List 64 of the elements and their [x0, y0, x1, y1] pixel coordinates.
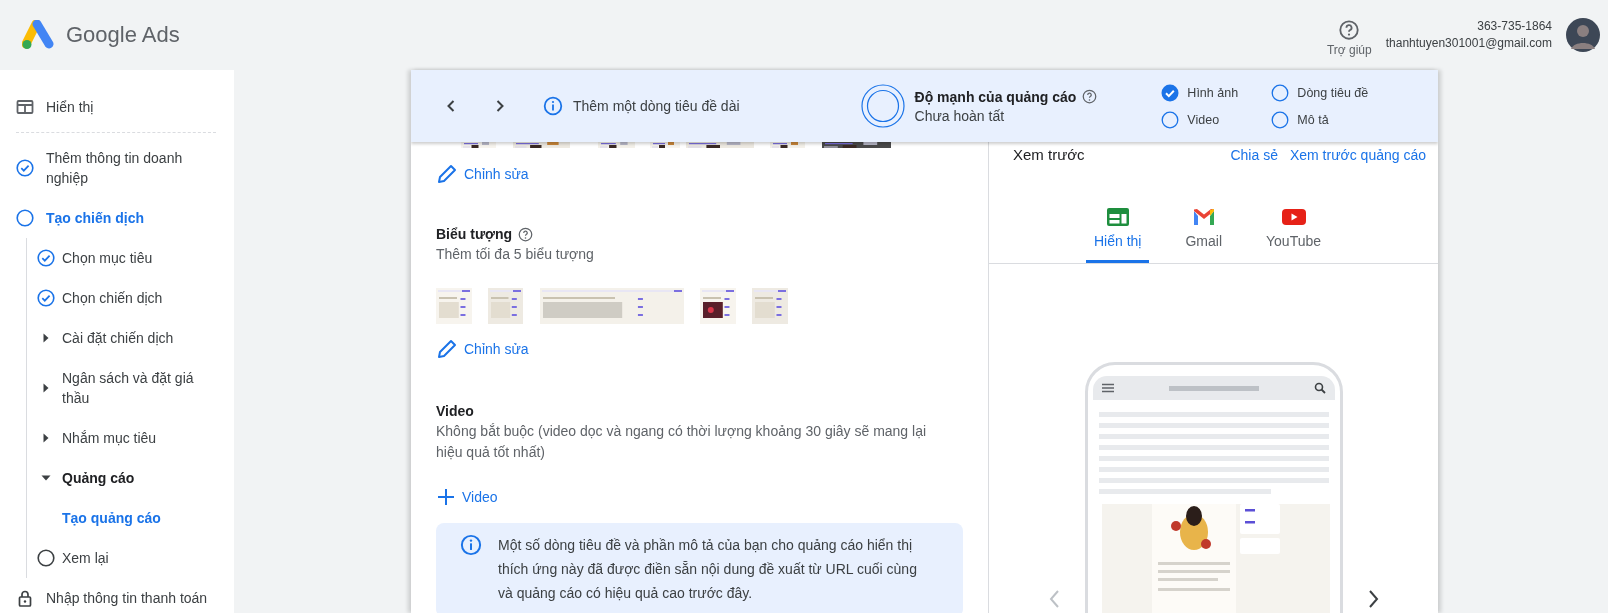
- caret-icon: [41, 433, 51, 443]
- info-icon: [543, 96, 563, 116]
- plus-icon: [436, 487, 456, 507]
- account-email: thanhtuyen301001@gmail.com: [1385, 35, 1552, 52]
- sidebar-item[interactable]: Nhắm mục tiêu: [0, 418, 234, 458]
- preview-tab[interactable]: Gmail: [1177, 207, 1230, 263]
- display-ad-icon: [16, 98, 34, 116]
- sidebar-item[interactable]: Quảng cáo: [0, 458, 234, 498]
- section-title: Video: [436, 403, 474, 419]
- edit-button[interactable]: Chỉnh sửa: [436, 337, 529, 361]
- play-icon: [1280, 207, 1307, 227]
- sidebar-item[interactable]: Chọn chiến dịch: [0, 278, 234, 318]
- info-icon: [460, 534, 482, 556]
- section-title: Biểu tượng: [436, 226, 513, 242]
- caret-icon: [41, 383, 51, 393]
- preview-link[interactable]: Chia sẻ: [1230, 146, 1278, 163]
- sidebar-item[interactable]: Thêm thông tin doanh nghiệp: [0, 138, 234, 198]
- section-subtitle: Thêm tối đa 5 biểu tượng: [436, 245, 595, 264]
- search-icon: [1313, 382, 1326, 394]
- preview-tab[interactable]: Hiển thị: [1085, 207, 1150, 263]
- pencil-icon: [436, 338, 458, 360]
- mail-icon: [1191, 207, 1216, 227]
- sidebar-item[interactable]: Ngân sách và đặt giá thầu: [0, 358, 234, 418]
- check-circle-icon: [16, 159, 34, 177]
- lock-icon: [16, 589, 34, 607]
- help-button[interactable]: Trợ giúp: [1326, 19, 1372, 57]
- notice-text: Một số dòng tiêu đề và phần mô tả của bạn cho quảng cáo hiển thị thích ứng này đã được điền sẵn nội dung đề xuất từ URL cuối cùng và quảng cáo có hiệu quả cao trước đây.: [498, 536, 918, 603]
- section-subtitle: Không bắt buộc (video dọc và ngang có thời lượng khoảng 30 giây sẽ mang lại hiệu quả tốt nhất): [436, 422, 928, 462]
- checklist-label: Mô tả: [1297, 112, 1329, 127]
- edit-button[interactable]: Chỉnh sửa: [436, 162, 529, 186]
- help-icon[interactable]: [1082, 89, 1098, 104]
- preview-title: Xem trước: [1013, 146, 1086, 163]
- menu-icon: [1101, 383, 1114, 393]
- sidebar-item[interactable]: Tạo chiến dịch: [0, 198, 234, 238]
- ad-strength-title: Độ mạnh của quảng cáo: [914, 88, 1077, 105]
- empty-circle-icon: [37, 549, 55, 567]
- preview-link[interactable]: Xem trước quảng cáo: [1289, 146, 1426, 163]
- caret-icon: [41, 473, 51, 483]
- logo-text: Google Ads: [66, 22, 180, 48]
- empty-circle-icon: [16, 209, 34, 227]
- account-id: 363-735-1864: [1477, 18, 1552, 35]
- sidebar-item[interactable]: Nhập thông tin thanh toán: [0, 578, 234, 613]
- checklist-label: Hình ảnh: [1187, 85, 1239, 100]
- display-ad-icon: [1105, 207, 1130, 227]
- avatar[interactable]: [1566, 18, 1600, 52]
- sidebar-item[interactable]: Cài đặt chiến dịch: [0, 318, 234, 358]
- sidebar-item[interactable]: Tạo quảng cáo: [0, 498, 234, 538]
- check-circle-icon: [37, 289, 55, 307]
- ad-strength-status: Chưa hoàn tất: [914, 107, 1006, 124]
- pencil-icon: [436, 163, 458, 185]
- sidebar-item[interactable]: Hiển thị: [0, 87, 234, 127]
- sidebar-item[interactable]: Xem lại: [0, 538, 234, 578]
- checklist-label: Dòng tiêu đề: [1297, 85, 1369, 100]
- caret-icon: [41, 333, 51, 343]
- strength-ring-icon: [860, 84, 905, 128]
- preview-tab[interactable]: YouTube: [1258, 207, 1329, 263]
- help-icon[interactable]: [518, 226, 534, 242]
- checklist-label: Video: [1187, 112, 1220, 127]
- sidebar-item[interactable]: Chọn mục tiêu: [0, 238, 234, 278]
- google-ads-logo-icon: [22, 20, 56, 50]
- add-video-button[interactable]: Video: [436, 485, 498, 509]
- check-circle-icon: [37, 249, 55, 267]
- help-icon: [1338, 19, 1361, 41]
- tip-text: Thêm một dòng tiêu đề dài: [573, 98, 740, 114]
